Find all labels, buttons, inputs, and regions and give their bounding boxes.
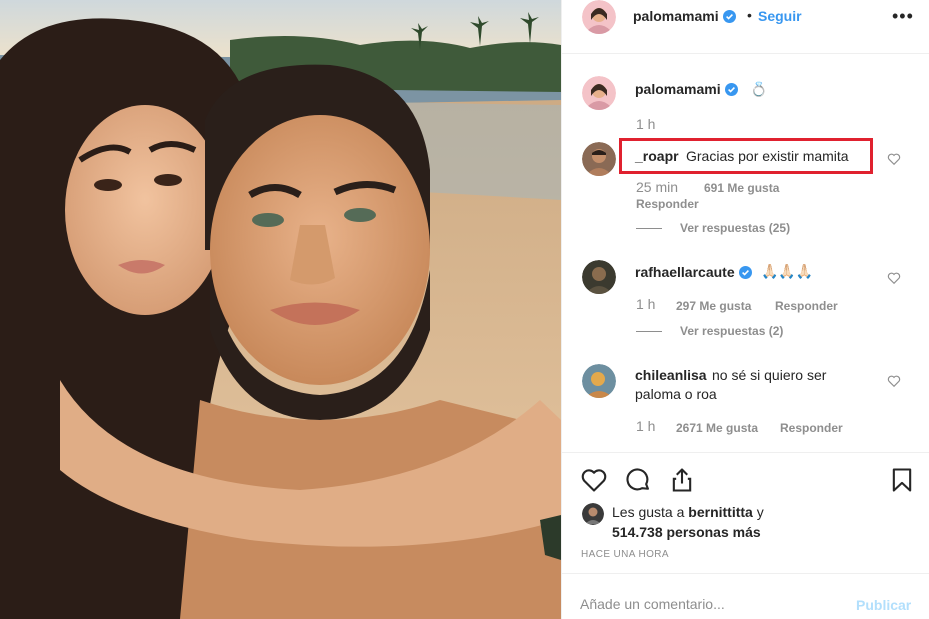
caption-avatar[interactable]	[582, 76, 616, 110]
comment-time[interactable]: 1 h	[636, 296, 655, 312]
reply-button[interactable]: Responder	[636, 197, 699, 211]
comment-avatar[interactable]	[582, 142, 616, 176]
verified-badge-icon	[722, 10, 736, 23]
caption-emoji: 💍	[750, 81, 768, 97]
comment-like-heart-icon[interactable]	[887, 152, 901, 166]
likes-suffix[interactable]: personas más	[667, 524, 761, 540]
post-header: palomamami • Seguir •••	[562, 0, 929, 54]
comment-likes[interactable]: 2671 Me gusta	[676, 421, 758, 435]
view-replies-label: Ver respuestas (2)	[680, 324, 784, 338]
liker-avatar[interactable]	[582, 503, 604, 525]
verified-badge-icon	[724, 83, 738, 96]
post-photo	[0, 0, 561, 619]
bookmark-icon[interactable]	[888, 466, 916, 494]
view-replies-button[interactable]: Ver respuestas (2)	[636, 324, 783, 338]
view-replies-label: Ver respuestas (25)	[680, 221, 791, 235]
comment-like-heart-icon[interactable]	[887, 271, 901, 285]
publish-button[interactable]: Publicar	[856, 597, 911, 613]
replies-divider	[636, 331, 662, 333]
heart-icon[interactable]	[580, 466, 608, 494]
follow-button[interactable]: Seguir	[758, 8, 802, 24]
liker-username[interactable]: bernittitta	[688, 504, 753, 520]
author-username[interactable]: palomamami	[633, 8, 736, 24]
comment-time[interactable]: 25 min	[636, 179, 678, 195]
comment-bubble-icon[interactable]	[624, 466, 652, 494]
comment-avatar[interactable]	[582, 260, 616, 294]
comment-box-divider	[562, 573, 929, 574]
caption-username[interactable]: palomamami	[635, 81, 738, 97]
caption-time[interactable]: 1 h	[636, 116, 655, 132]
reply-button[interactable]: Responder	[780, 421, 843, 435]
author-avatar[interactable]	[582, 0, 616, 34]
comment-avatar[interactable]	[582, 364, 616, 398]
likes-summary-line1: Les gusta a bernittitta y	[612, 504, 764, 520]
comment-username-text[interactable]: rafhaellarcaute	[635, 264, 735, 280]
add-comment-input[interactable]	[580, 596, 840, 612]
more-options-icon[interactable]: •••	[892, 6, 914, 27]
actions-divider	[562, 452, 929, 453]
post-side-panel: palomamami • Seguir ••• palomamami 💍 1 h…	[561, 0, 929, 619]
comment-likes[interactable]: 297 Me gusta	[676, 299, 751, 313]
comment-like-heart-icon[interactable]	[887, 374, 901, 388]
replies-divider	[636, 228, 662, 230]
author-username-text[interactable]: palomamami	[633, 8, 719, 24]
likes-prefix: Les gusta a	[612, 504, 685, 520]
comment-username[interactable]: _roapr	[635, 148, 679, 164]
header-separator: •	[747, 7, 752, 23]
comment-text: 🙏🏻🙏🏻🙏🏻	[761, 263, 814, 279]
comment-text: no sé si quiero ser paloma o roa	[635, 367, 827, 402]
likes-conjunction: y	[756, 504, 764, 520]
likes-count[interactable]: 514.738	[612, 524, 663, 540]
comment-username[interactable]: rafhaellarcaute	[635, 264, 752, 280]
posted-time[interactable]: HACE UNA HORA	[581, 549, 669, 560]
reply-button[interactable]: Responder	[775, 299, 838, 313]
share-icon[interactable]	[668, 466, 696, 494]
view-replies-button[interactable]: Ver respuestas (25)	[636, 221, 790, 235]
likes-summary-line2[interactable]: 514.738 personas más	[612, 524, 761, 540]
beach-selfie-illustration	[0, 0, 561, 619]
comment-time[interactable]: 1 h	[636, 418, 655, 434]
comment-text: Gracias por existir mamita	[686, 148, 849, 164]
caption-username-text[interactable]: palomamami	[635, 81, 721, 97]
verified-badge-icon	[738, 266, 752, 279]
comment-likes[interactable]: 691 Me gusta	[704, 181, 779, 195]
